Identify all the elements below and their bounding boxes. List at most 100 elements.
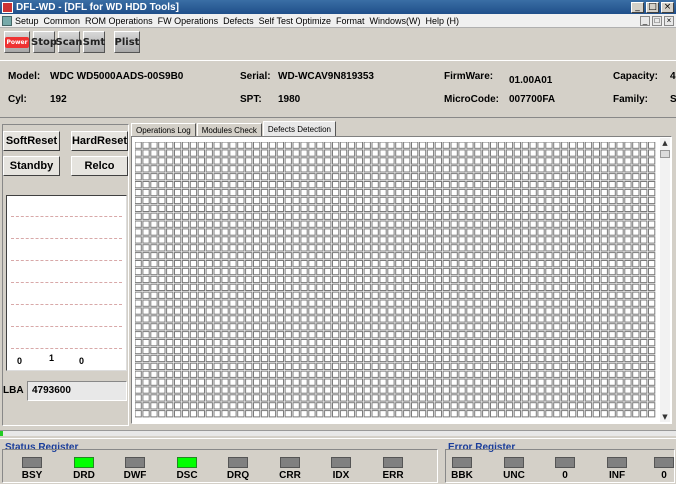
title-bar: DFL-WD - [DFL for WD HDD Tools] _ □ × [0, 0, 676, 14]
plot-gridline [11, 326, 122, 327]
error-flag-label: UNC [503, 470, 525, 481]
status-flag-label: BSY [21, 470, 43, 481]
error-flag-label: 0 [562, 470, 568, 481]
menu-format[interactable]: Format [336, 16, 370, 26]
defects-grid-svg [135, 142, 656, 418]
power-label: Power [5, 36, 29, 48]
plot-gridline [11, 260, 122, 261]
stop-button[interactable]: Stop [31, 31, 57, 53]
microcode-label: MicroCode: [444, 94, 499, 105]
error-flag-label: INF [608, 470, 626, 481]
plot-gridline [11, 282, 122, 283]
error-flag-label: 0 [661, 470, 667, 481]
error-led [452, 457, 472, 468]
cyl-label: Cyl: [8, 94, 27, 105]
speed-plot: 0 1 0 [6, 195, 127, 371]
plot-gridline [11, 348, 122, 349]
tab-operations-log[interactable]: Operations Log [131, 123, 196, 136]
tab-bar: Operations Log Modules Check Defects Det… [131, 121, 337, 136]
app-icon [2, 1, 13, 13]
error-led [504, 457, 524, 468]
close-button[interactable]: × [661, 1, 674, 13]
status-flag-label: DWF [123, 470, 147, 481]
plot-gridline [11, 304, 122, 305]
error-flag-label: BBK [451, 470, 473, 481]
scan-button[interactable]: Scan [56, 31, 83, 53]
menu-help[interactable]: Help (H) [426, 16, 465, 26]
status-led [74, 457, 94, 468]
tab-defects-detection[interactable]: Defects Detection [262, 121, 336, 136]
maximize-button[interactable]: □ [646, 1, 659, 13]
error-led [555, 457, 575, 468]
relco-button[interactable]: Relco [71, 156, 128, 176]
status-led [125, 457, 145, 468]
family-label: Family: [613, 94, 649, 105]
family-value: S [670, 94, 676, 105]
scroll-thumb[interactable] [660, 150, 670, 158]
status-led [177, 457, 197, 468]
minimize-button[interactable]: _ [631, 1, 644, 13]
left-control-panel: SoftReset HardReset Standby Relco 0 1 0 … [2, 124, 129, 426]
plot-tick-right: 0 [79, 356, 85, 366]
status-led [331, 457, 351, 468]
plist-button[interactable]: Plist [114, 31, 140, 53]
defects-map-panel: ▲ ▼ [131, 136, 672, 424]
hard-reset-button[interactable]: HardReset [71, 131, 128, 151]
capacity-value: 4 [670, 71, 676, 82]
scroll-up-icon[interactable]: ▲ [660, 138, 670, 148]
menu-setup[interactable]: Setup [15, 16, 44, 26]
model-value: WDC WD5000AADS-00S9B0 [50, 71, 184, 82]
plot-gridline [11, 216, 122, 217]
status-flag-label: CRR [279, 470, 301, 481]
status-led [22, 457, 42, 468]
mdi-minimize-button[interactable]: _ [640, 15, 650, 26]
plot-tick-mid: 1 [49, 353, 55, 363]
microcode-value: 007700FA [509, 94, 556, 105]
plot-tick-left: 0 [17, 356, 23, 366]
spt-label: SPT: [240, 94, 262, 105]
drive-info-panel: Model: WDC WD5000AADS-00S9B0 Serial: WD-… [0, 60, 676, 118]
document-icon[interactable] [2, 15, 12, 26]
menu-fw-operations[interactable]: FW Operations [158, 16, 224, 26]
menu-common[interactable]: Common [44, 16, 86, 26]
model-label: Model: [8, 71, 41, 82]
error-led [607, 457, 627, 468]
standby-button[interactable]: Standby [3, 156, 60, 176]
status-led [383, 457, 403, 468]
status-flag-label: ERR [382, 470, 404, 481]
status-led [280, 457, 300, 468]
tab-modules-check[interactable]: Modules Check [196, 123, 262, 136]
window-title: DFL-WD - [DFL for WD HDD Tools] [16, 1, 179, 13]
status-flag-label: DRQ [226, 470, 250, 481]
toolbar: Power Stop Scan Smt Plist [0, 29, 676, 55]
mdi-restore-button[interactable]: □ [652, 15, 662, 26]
scan-progress-fill [0, 431, 4, 436]
error-led [654, 457, 674, 468]
status-led [228, 457, 248, 468]
cyl-value: 192 [50, 94, 67, 105]
serial-value: WD-WCAV9N819353 [278, 71, 374, 82]
menu-windows[interactable]: Windows(W) [370, 16, 426, 26]
registers-panel: Status Register Error Register BSY DRD DWF… [0, 438, 676, 484]
firmware-value: 01.00A01 [509, 75, 553, 86]
smt-button[interactable]: Smt [83, 31, 105, 53]
menu-bar: Setup Common ROM Operations FW Operation… [0, 14, 676, 28]
mdi-close-button[interactable]: × [664, 15, 674, 26]
firmware-label: FirmWare: [444, 71, 494, 82]
spt-value: 1980 [278, 94, 301, 105]
capacity-label: Capacity: [613, 71, 659, 82]
mdi-controls: _ □ × [640, 15, 676, 26]
power-button[interactable]: Power [4, 31, 30, 53]
lba-label: LBA [3, 385, 24, 396]
menu-defects[interactable]: Defects [223, 16, 259, 26]
soft-reset-button[interactable]: SoftReset [3, 131, 60, 151]
status-flag-label: IDX [332, 470, 350, 481]
vertical-scrollbar[interactable]: ▲ ▼ [660, 138, 670, 422]
menu-self-test-optimize[interactable]: Self Test Optimize [259, 16, 336, 26]
menu-rom-operations[interactable]: ROM Operations [85, 16, 158, 26]
serial-label: Serial: [240, 71, 271, 82]
status-flag-label: DRD [73, 470, 95, 481]
defects-grid [135, 142, 660, 418]
scroll-down-icon[interactable]: ▼ [660, 412, 670, 422]
scan-progress-bar [0, 430, 676, 436]
